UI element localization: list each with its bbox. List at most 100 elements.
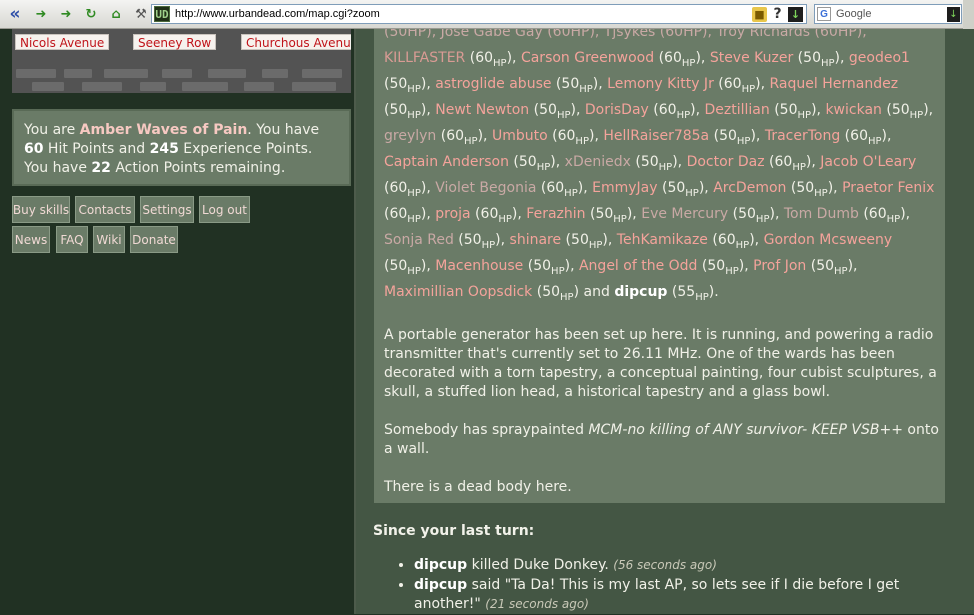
survivor-hp: 50	[389, 258, 408, 274]
street-button-churchous-avenue[interactable]: Churchous Avenue	[241, 34, 351, 50]
survivor-hp: 60	[446, 128, 465, 144]
street-button-seeney-row[interactable]: Seeney Row	[133, 34, 217, 50]
reload-icon[interactable]: ↻	[81, 5, 101, 23]
survivor-hp: 50	[389, 76, 408, 92]
survivor-name[interactable]: greylyn	[384, 128, 436, 144]
survivor-name[interactable]: proja	[435, 206, 470, 222]
survivor-name[interactable]: xDeniedx	[565, 154, 631, 170]
hp-unit: HP	[909, 110, 924, 121]
donate-button[interactable]: Donate	[130, 226, 178, 253]
hp-unit: HP	[685, 188, 699, 199]
survivor-name[interactable]: HellRaiser785a	[603, 128, 709, 144]
hp-unit: HP	[676, 110, 691, 121]
survivor-name[interactable]: Lemony Kitty Jr	[607, 76, 714, 92]
survivor-name[interactable]: Prof Jon	[753, 258, 806, 274]
survivor-name[interactable]: Maximillian Oopsdick	[384, 284, 532, 300]
log-out-button[interactable]: Log out	[199, 196, 250, 223]
survivor-name[interactable]: EmmyJay	[592, 180, 657, 196]
survivor-name[interactable]: Eve Mercury	[641, 206, 728, 222]
hp-unit: HP	[407, 84, 421, 95]
action-points-value: 22	[91, 160, 111, 176]
news-button[interactable]: News	[12, 226, 50, 253]
hp-unit: HP	[588, 240, 603, 251]
survivor-name[interactable]: astroglide abuse	[435, 76, 551, 92]
survivor-name[interactable]: TracerTong	[765, 128, 840, 144]
survivor-name[interactable]: geodeo1	[849, 50, 910, 66]
feed-icon[interactable]: ■	[752, 6, 767, 22]
survivor-name[interactable]: Raquel Hernandez	[770, 76, 899, 92]
survivor-list: (50HP), Jose Gabe Gay (60HP), Tjsykes (6…	[384, 29, 939, 305]
survivor-name[interactable]: Umbuto	[492, 128, 548, 144]
survivor-name[interactable]: ArcDemon	[713, 180, 786, 196]
survivor-name[interactable]: DorisDay	[585, 102, 649, 118]
back-button[interactable]: «	[4, 4, 26, 24]
address-bar-url[interactable]: http://www.urbandead.com/map.cgi?zoom	[175, 8, 752, 20]
address-bar[interactable]: UD http://www.urbandead.com/map.cgi?zoom…	[151, 4, 807, 24]
home-icon[interactable]: ⌂	[106, 5, 126, 23]
survivor-name[interactable]: kwickan	[825, 102, 881, 118]
map-blocks-lower	[12, 82, 351, 93]
hp-unit: HP	[658, 162, 673, 173]
survivor-name[interactable]: Violet Begonia	[435, 180, 536, 196]
download-icon[interactable]: ↓	[788, 6, 803, 22]
search-box[interactable]: G Google ↓	[814, 4, 962, 24]
hp-unit: HP	[556, 110, 571, 121]
hp-unit: HP	[464, 136, 478, 147]
survivor-hp: 50	[595, 206, 614, 222]
event-actor[interactable]: dipcup	[414, 557, 467, 573]
survivor-hp: 60	[389, 180, 408, 196]
survivor-hp: 50	[518, 154, 537, 170]
survivor-name[interactable]: TehKamikaze	[617, 232, 708, 248]
back-arrow-icon[interactable]: ➜	[31, 5, 51, 23]
settings-button[interactable]: Settings	[140, 196, 194, 223]
hp-unit: HP	[681, 58, 696, 69]
survivor-hp: 60	[717, 232, 736, 248]
survivor-name[interactable]: Newt Newton	[435, 102, 529, 118]
survivor-name[interactable]: Carson Greenwood	[521, 50, 654, 66]
search-input[interactable]: Google	[836, 8, 947, 20]
search-go-icon[interactable]: ↓	[947, 6, 960, 22]
event-actor[interactable]: dipcup	[414, 577, 467, 593]
survivor-name[interactable]: Sonja Red	[384, 232, 454, 248]
buy-skills-button[interactable]: Buy skills	[12, 196, 70, 223]
survivor-name[interactable]: Steve Kuzer	[710, 50, 793, 66]
hp-unit: HP	[481, 240, 496, 251]
forward-arrow-icon[interactable]: ➜	[56, 5, 76, 23]
hp-unit: HP	[741, 84, 756, 95]
wiki-button[interactable]: Wiki	[93, 226, 125, 253]
faq-button[interactable]: FAQ	[56, 226, 88, 253]
map-grid[interactable]: Nicols Avenue Seeney Row Churchous Avenu…	[12, 29, 351, 93]
contacts-button[interactable]: Contacts	[75, 196, 135, 223]
survivor-name[interactable]: dipcup	[614, 284, 667, 300]
survivor-name[interactable]: Ferazhin	[526, 206, 585, 222]
hp-unit: HP	[725, 266, 739, 277]
survivor-name[interactable]: Macenhouse	[435, 258, 523, 274]
survivor-hp: 50	[719, 128, 737, 144]
survivor-name[interactable]: Angel of the Odd	[579, 258, 697, 274]
survivor-name[interactable]: KILLFASTER	[384, 50, 465, 66]
street-button-nicols-avenue[interactable]: Nicols Avenue	[15, 34, 110, 50]
survivor-hp: 60	[546, 180, 565, 196]
survivor-name[interactable]: Captain Anderson	[384, 154, 509, 170]
character-name[interactable]: Amber Waves of Pain	[80, 122, 248, 138]
hp-unit: HP	[564, 188, 578, 199]
list-joiner: and	[579, 284, 615, 300]
survivor-name[interactable]: Tom Dumb	[784, 206, 859, 222]
survivor-name[interactable]: Jacob O'Leary	[820, 154, 916, 170]
survivor-hp: 50	[803, 50, 821, 66]
site-favicon-icon: UD	[154, 6, 170, 22]
survivor-name[interactable]: Deztillian	[705, 102, 770, 118]
survivor-name[interactable]: shinare	[510, 232, 562, 248]
survivor-name[interactable]: Praetor Fenix	[842, 180, 934, 196]
help-icon[interactable]: ?	[770, 6, 785, 22]
generator-description: A portable generator has been set up her…	[384, 327, 937, 400]
survivor-last: and dipcup (55HP).	[579, 284, 719, 303]
survivor-hp: 60	[664, 50, 682, 66]
survivor-name[interactable]: Gordon Mcsweeny	[764, 232, 893, 248]
hp-unit: HP	[834, 266, 848, 277]
survivor-hp: 60	[723, 76, 742, 92]
survivor-hp: 50	[533, 258, 552, 274]
tools-icon[interactable]: ⚒	[132, 5, 150, 23]
survivor-name[interactable]: Doctor Daz	[687, 154, 765, 170]
hp-unit: HP	[536, 162, 551, 173]
